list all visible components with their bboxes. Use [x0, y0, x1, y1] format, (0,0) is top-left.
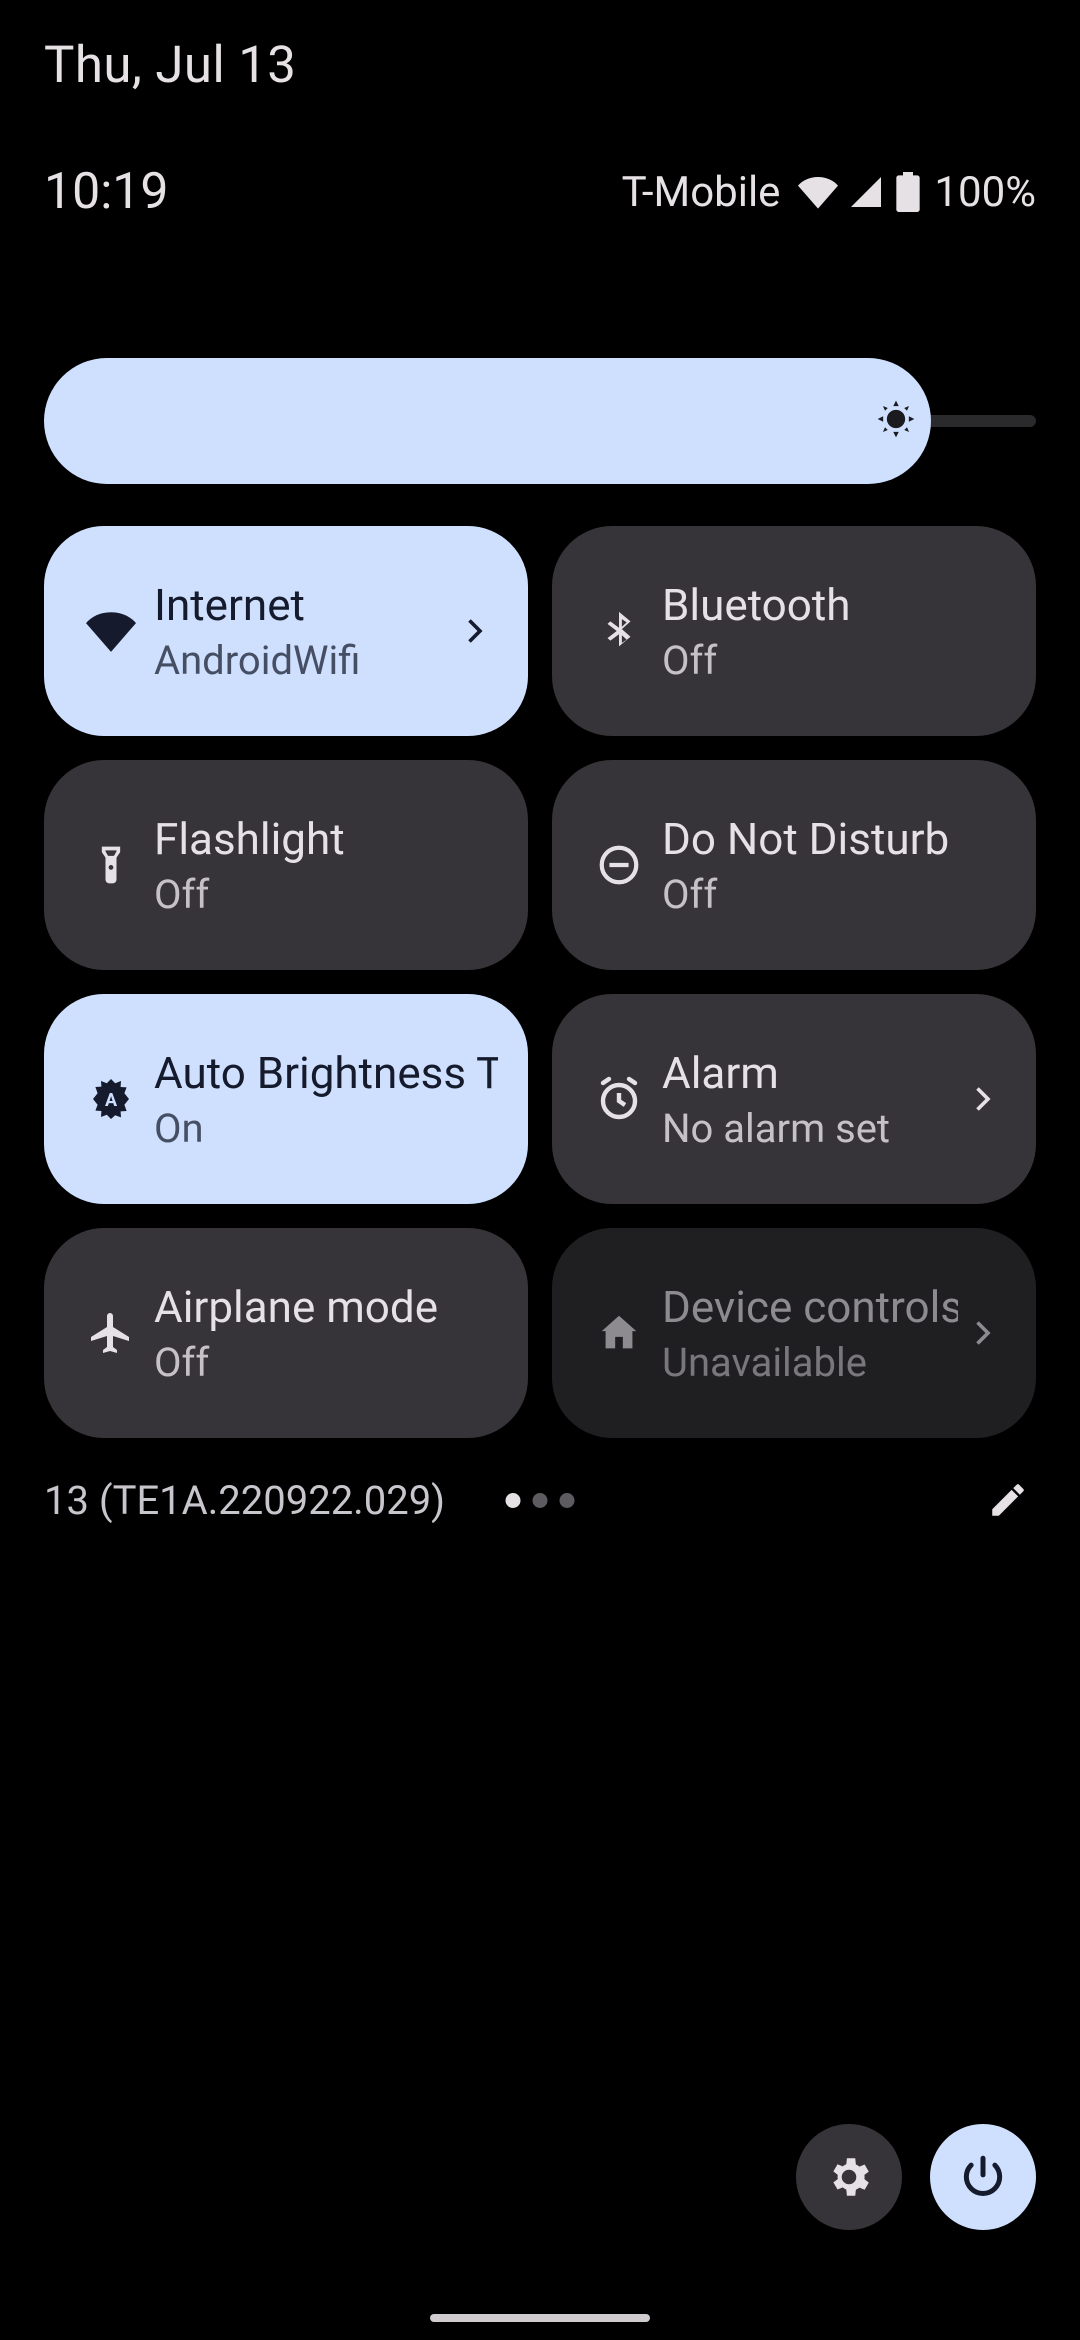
tile-auto-brightness[interactable]: A Auto Brightness Tile On	[44, 994, 528, 1204]
tile-title: Flashlight	[154, 813, 498, 865]
tile-device-controls[interactable]: Device controls Unavailable	[552, 1228, 1036, 1438]
tile-subtitle: AndroidWifi	[154, 637, 450, 684]
tile-internet[interactable]: Internet AndroidWifi	[44, 526, 528, 736]
brightness-slider[interactable]	[44, 358, 1036, 484]
tile-subtitle: Off	[662, 637, 1006, 684]
tile-subtitle: Off	[154, 871, 498, 918]
status-icons: T-Mobile 100%	[622, 168, 1036, 217]
wifi-icon	[798, 172, 838, 212]
tile-title: Airplane mode	[154, 1281, 498, 1333]
tile-flashlight[interactable]: Flashlight Off	[44, 760, 528, 970]
home-icon	[582, 1310, 656, 1356]
build-text: 13 (TE1A.220922.029)	[44, 1477, 445, 1524]
tile-dnd[interactable]: Do Not Disturb Off	[552, 760, 1036, 970]
tile-title: Do Not Disturb	[662, 813, 1006, 865]
brightness-icon	[874, 397, 918, 445]
tile-subtitle: On	[154, 1105, 498, 1152]
signal-icon	[848, 174, 884, 210]
flashlight-icon	[74, 843, 148, 887]
auto-brightness-icon: A	[74, 1075, 148, 1123]
page-dot	[560, 1493, 575, 1508]
wifi-icon	[74, 606, 148, 656]
tile-subtitle: No alarm set	[662, 1105, 958, 1152]
bluetooth-icon	[582, 608, 656, 654]
tile-title: Auto Brightness Tile	[154, 1047, 498, 1099]
tile-title: Alarm	[662, 1047, 958, 1099]
tile-alarm[interactable]: Alarm No alarm set	[552, 994, 1036, 1204]
chevron-right-icon[interactable]	[958, 1081, 1006, 1117]
clock-text: 10:19	[44, 163, 169, 221]
settings-button[interactable]	[796, 2124, 902, 2230]
edit-tiles-button[interactable]	[980, 1472, 1036, 1528]
page-indicator	[506, 1493, 575, 1508]
tile-bluetooth[interactable]: Bluetooth Off	[552, 526, 1036, 736]
battery-pct-text: 100%	[934, 168, 1036, 217]
page-dot	[506, 1493, 521, 1508]
tile-title: Device controls	[662, 1281, 958, 1333]
tile-subtitle: Off	[154, 1339, 498, 1386]
chevron-right-icon[interactable]	[450, 613, 498, 649]
tile-subtitle: Off	[662, 871, 1006, 918]
date-text: Thu, Jul 13	[44, 36, 296, 95]
power-button[interactable]	[930, 2124, 1036, 2230]
page-dot	[533, 1493, 548, 1508]
dnd-icon	[582, 842, 656, 888]
svg-text:A: A	[105, 1090, 118, 1111]
brightness-fill	[44, 358, 931, 484]
battery-icon	[894, 172, 922, 212]
status-row: 10:19 T-Mobile 100%	[44, 162, 1036, 222]
gesture-nav-handle[interactable]	[430, 2314, 650, 2322]
tile-title: Bluetooth	[662, 579, 1006, 631]
chevron-right-icon[interactable]	[958, 1315, 1006, 1351]
carrier-text: T-Mobile	[622, 168, 781, 217]
airplane-icon	[74, 1309, 148, 1357]
tile-airplane-mode[interactable]: Airplane mode Off	[44, 1228, 528, 1438]
tile-title: Internet	[154, 579, 450, 631]
alarm-icon	[582, 1075, 656, 1123]
tile-subtitle: Unavailable	[662, 1339, 958, 1386]
